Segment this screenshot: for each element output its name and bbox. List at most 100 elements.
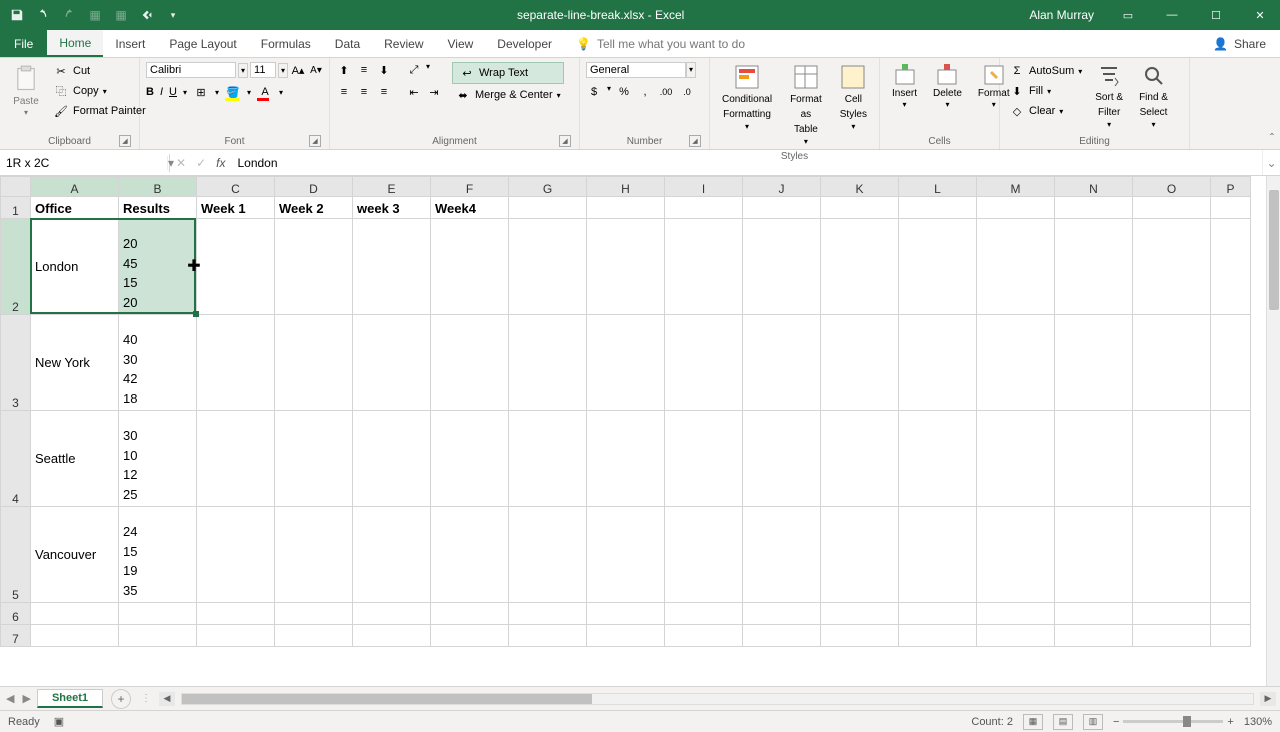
- cell[interactable]: [353, 507, 431, 603]
- clipboard-dialog-launcher[interactable]: ◢: [119, 135, 131, 147]
- cell[interactable]: [821, 197, 899, 219]
- cell[interactable]: [31, 625, 119, 647]
- cell[interactable]: [1055, 625, 1133, 647]
- wrap-text-button[interactable]: ↩Wrap Text: [452, 62, 564, 84]
- cell[interactable]: [1133, 625, 1211, 647]
- cell[interactable]: [977, 219, 1055, 315]
- cell[interactable]: New York: [31, 315, 119, 411]
- cell[interactable]: [1055, 197, 1133, 219]
- underline-button[interactable]: U: [169, 86, 177, 98]
- cell[interactable]: [665, 411, 743, 507]
- redo-icon[interactable]: [60, 6, 78, 24]
- align-left-icon[interactable]: ≡: [336, 84, 352, 100]
- cell[interactable]: [821, 411, 899, 507]
- column-header[interactable]: L: [899, 177, 977, 197]
- cell[interactable]: [743, 197, 821, 219]
- qat-icon-2[interactable]: ▦: [112, 6, 130, 24]
- cell[interactable]: [197, 603, 275, 625]
- touch-mode-icon[interactable]: [138, 6, 156, 24]
- cell[interactable]: [1133, 507, 1211, 603]
- cell[interactable]: [275, 507, 353, 603]
- column-header[interactable]: A: [31, 177, 119, 197]
- expand-formula-bar-icon[interactable]: ⌄: [1262, 150, 1280, 175]
- column-header[interactable]: N: [1055, 177, 1133, 197]
- cell[interactable]: [899, 603, 977, 625]
- vertical-scrollbar[interactable]: [1266, 176, 1280, 686]
- tab-home[interactable]: Home: [47, 30, 103, 57]
- sheet-nav-next-icon[interactable]: ▶: [22, 692, 30, 705]
- cell[interactable]: Results: [119, 197, 197, 219]
- cell[interactable]: [509, 507, 587, 603]
- cell[interactable]: [431, 603, 509, 625]
- cell[interactable]: Week 1: [197, 197, 275, 219]
- cell[interactable]: [353, 219, 431, 315]
- zoom-out-icon[interactable]: −: [1113, 716, 1119, 728]
- increase-indent-icon[interactable]: ⇥: [426, 84, 442, 100]
- cell[interactable]: [275, 315, 353, 411]
- zoom-slider[interactable]: − +: [1113, 716, 1234, 728]
- ribbon-options-icon[interactable]: ▭: [1108, 0, 1148, 30]
- cell[interactable]: [1211, 219, 1251, 315]
- cell[interactable]: [899, 197, 977, 219]
- fill-button[interactable]: ⬇Fill▾: [1006, 82, 1085, 100]
- tab-data[interactable]: Data: [323, 30, 372, 57]
- cell[interactable]: [1055, 507, 1133, 603]
- column-header[interactable]: M: [977, 177, 1055, 197]
- zoom-in-icon[interactable]: +: [1227, 716, 1233, 728]
- decrease-font-icon[interactable]: A▾: [308, 62, 324, 78]
- cut-button[interactable]: ✂Cut: [50, 62, 149, 80]
- qat-customize-icon[interactable]: ▾: [164, 6, 182, 24]
- row-header[interactable]: 3: [1, 315, 31, 411]
- column-header[interactable]: C: [197, 177, 275, 197]
- cell[interactable]: [665, 603, 743, 625]
- row-header[interactable]: 5: [1, 507, 31, 603]
- macro-record-icon[interactable]: ▣: [54, 715, 64, 728]
- column-header[interactable]: I: [665, 177, 743, 197]
- cell[interactable]: [1055, 411, 1133, 507]
- cell[interactable]: [1133, 197, 1211, 219]
- column-header[interactable]: G: [509, 177, 587, 197]
- find-select-button[interactable]: Find & Select▾: [1133, 62, 1174, 132]
- sheet-nav-prev-icon[interactable]: ◀: [6, 692, 14, 705]
- column-header[interactable]: D: [275, 177, 353, 197]
- font-color-button[interactable]: A: [257, 84, 273, 100]
- accounting-format-icon[interactable]: $: [586, 84, 602, 100]
- column-header[interactable]: O: [1133, 177, 1211, 197]
- tab-formulas[interactable]: Formulas: [249, 30, 323, 57]
- cell[interactable]: 40 30 42 18: [119, 315, 197, 411]
- cell[interactable]: [1211, 507, 1251, 603]
- cell[interactable]: [1211, 625, 1251, 647]
- cell[interactable]: [31, 603, 119, 625]
- cell[interactable]: [899, 411, 977, 507]
- cell[interactable]: [1211, 411, 1251, 507]
- tab-review[interactable]: Review: [372, 30, 435, 57]
- conditional-formatting-button[interactable]: Conditional Formatting▾: [716, 62, 778, 134]
- font-dialog-launcher[interactable]: ◢: [309, 135, 321, 147]
- orientation-icon[interactable]: ⤢: [406, 62, 422, 78]
- cell[interactable]: [431, 411, 509, 507]
- column-header[interactable]: P: [1211, 177, 1251, 197]
- cell[interactable]: [1055, 603, 1133, 625]
- row-header[interactable]: 6: [1, 603, 31, 625]
- cell[interactable]: [587, 219, 665, 315]
- align-right-icon[interactable]: ≡: [376, 84, 392, 100]
- cell[interactable]: [509, 411, 587, 507]
- collapse-ribbon-icon[interactable]: ˆ: [1270, 131, 1274, 145]
- cell[interactable]: [899, 625, 977, 647]
- cell[interactable]: [509, 315, 587, 411]
- paste-button[interactable]: Paste▾: [6, 62, 46, 120]
- fill-handle[interactable]: [193, 311, 199, 317]
- hscroll-left-icon[interactable]: ◀: [159, 692, 175, 706]
- cell[interactable]: [119, 603, 197, 625]
- cell[interactable]: Week4: [431, 197, 509, 219]
- cell[interactable]: [197, 411, 275, 507]
- fx-icon[interactable]: fx: [216, 156, 225, 170]
- cell[interactable]: [821, 219, 899, 315]
- delete-cells-button[interactable]: Delete▾: [927, 62, 968, 112]
- column-header[interactable]: F: [431, 177, 509, 197]
- cell[interactable]: [431, 219, 509, 315]
- cell[interactable]: [899, 507, 977, 603]
- tab-developer[interactable]: Developer: [485, 30, 564, 57]
- cell[interactable]: [587, 315, 665, 411]
- cell[interactable]: [509, 603, 587, 625]
